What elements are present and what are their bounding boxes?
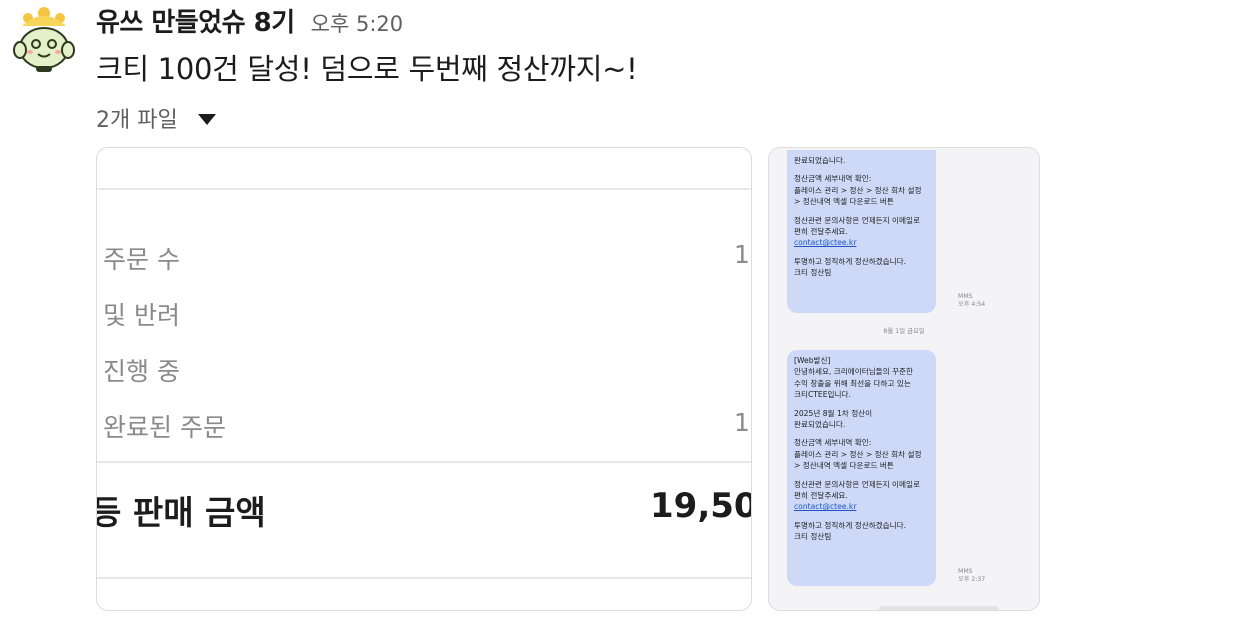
sms-line: 정산금액 세부내역 확인: (794, 174, 872, 184)
summary-row-label: 주문 수 (103, 245, 180, 274)
sms-line: [Web발신] (794, 356, 831, 365)
sms-email-link: contact@ctee.kr (794, 238, 857, 248)
sms-time: 오후 4:54 (958, 301, 986, 308)
sms-line: 안녕하세요, 크리에이터님들의 꾸준한 (794, 367, 914, 377)
sender-avatar[interactable] (8, 4, 80, 76)
sms-line: > 정산내역 엑셀 다운로드 버튼 (794, 461, 894, 471)
sms-line: 플레이스 관리 > 정산 > 정산 회차 설정 (794, 185, 922, 195)
divider (97, 461, 751, 463)
divider (97, 577, 751, 579)
sms-line: 편히 전달주세요. (794, 227, 848, 237)
attachment-image-sms[interactable]: 완료되었습니다. 정산금액 세부내역 확인: 플레이스 관리 > 정산 > 정산… (768, 147, 1040, 611)
sms-line: 2025년 8월 1차 정산이 (794, 408, 873, 418)
sms-line: 플레이스 관리 > 정산 > 정산 회차 설정 (794, 449, 922, 459)
message-timestamp[interactable]: 오후 5:20 (311, 8, 403, 38)
sms-line: 편히 전달주세요. (794, 491, 848, 501)
sms-bubble: 완료되었습니다. 정산금액 세부내역 확인: 플레이스 관리 > 정산 > 정산… (787, 150, 936, 313)
sms-line: 정산관련 문의사항은 언제든지 이메일로 (794, 215, 921, 225)
sms-line: 투명하고 정직하게 정산하겠습니다. (794, 256, 907, 266)
date-separator: 8월 1일 금요일 (883, 327, 925, 335)
caret-down-icon (197, 113, 216, 125)
files-count-label: 2개 파일 (96, 108, 178, 133)
sms-line: 크티 정산팀 (794, 532, 832, 542)
files-toggle[interactable]: 2개 파일 (96, 102, 216, 134)
sms-type: MMS (958, 293, 973, 300)
sms-line: 크티 정산팀 (794, 268, 832, 278)
sms-meta: MMS 오후 4:54 (958, 293, 985, 309)
mascot-avatar-icon (8, 4, 80, 76)
attachment-image-summary[interactable]: 주문 수 1 및 반려 진행 중 완료된 주문 1 등 판매 금액 19,50 (96, 147, 752, 611)
summary-row-label: 완료된 주문 (103, 413, 226, 442)
sms-time: 오후 2:37 (958, 576, 986, 583)
sms-email-link: contact@ctee.kr (794, 502, 857, 512)
sms-line: 완료되었습니다. (794, 156, 846, 165)
sms-line: 정산금액 세부내역 확인: (794, 438, 872, 448)
sender-name[interactable]: 유쓰 만들었슈 8기 (96, 2, 295, 39)
sms-meta: MMS 오후 2:37 (958, 568, 985, 584)
summary-row-label: 및 반려 (103, 301, 180, 330)
sms-line: 크티CTEE입니다. (794, 390, 851, 400)
sms-line: 수익 창출을 위해 최선을 다하고 있는 (794, 378, 911, 388)
sms-line: > 정산내역 엑셀 다운로드 버튼 (794, 197, 894, 207)
summary-row-value: 1 (734, 408, 750, 437)
total-sales-label: 등 판매 금액 (96, 493, 266, 532)
sms-line: 완료되었습니다. (794, 420, 846, 430)
sms-line: 정산관련 문의사항은 언제든지 이메일로 (794, 479, 921, 489)
divider (97, 188, 751, 190)
sms-input-bar (879, 606, 999, 610)
message-header: 유쓰 만들었슈 8기 오후 5:20 (96, 2, 403, 42)
sms-type: MMS (958, 568, 973, 575)
summary-row-value: 1 (734, 240, 750, 269)
summary-row-label: 진행 중 (103, 357, 180, 386)
sms-bubble: [Web발신] 안녕하세요, 크리에이터님들의 꾸준한 수익 창출을 위해 최선… (787, 350, 936, 586)
total-sales-value: 19,50 (650, 486, 752, 526)
message-text: 크티 100건 달성! 덤으로 두번째 정산까지~! (96, 52, 638, 86)
sms-line: 투명하고 정직하게 정산하겠습니다. (794, 520, 907, 530)
